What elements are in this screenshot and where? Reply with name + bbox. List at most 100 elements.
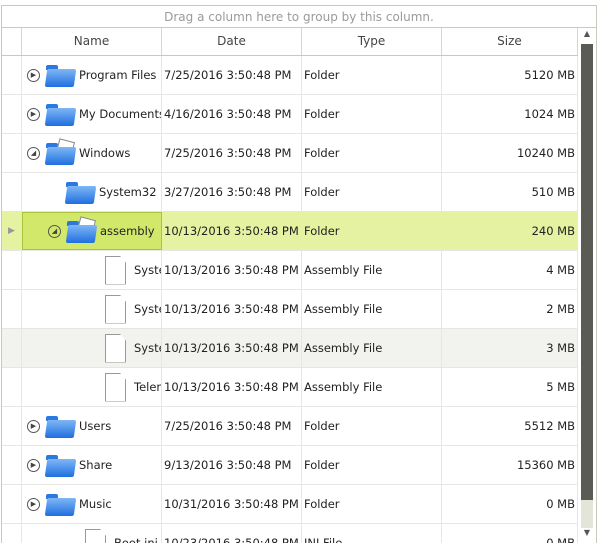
table-row[interactable]: ▶ Program Files 7/25/2016 3:50:48 PM Folder… [2,56,596,95]
row-indicator [2,173,22,211]
group-panel[interactable]: Drag a column here to group by this colu… [2,6,596,28]
collapse-toggle-icon[interactable]: ◢ [27,146,40,160]
expand-toggle-icon[interactable]: ▶ [27,497,40,511]
table-row[interactable]: Telerik...10/13/2016 3:50:48 PMAssembly … [2,368,596,407]
table-row[interactable]: Syste...10/13/2016 3:50:48 PMAssembly Fi… [2,251,596,290]
type-cell: INI File [302,524,442,543]
type-cell: Assembly File [302,251,442,289]
name-text: Windows [79,146,131,160]
name-text: Program Files [79,68,157,82]
scroll-up-icon[interactable]: ▲ [578,28,596,40]
size-cell: 240 MB [442,212,578,250]
name-text: Syste... [134,302,161,316]
date-cell: 9/13/2016 3:50:48 PM [162,446,302,484]
name-text: Telerik... [134,380,162,394]
column-header-size[interactable]: Size [442,28,578,55]
column-header-row: Name Date Type Size [2,28,596,56]
column-header-date[interactable]: Date [162,28,302,55]
table-row[interactable]: Syste...10/13/2016 3:50:48 PMAssembly Fi… [2,329,596,368]
table-row[interactable]: ▶ Music 10/31/2016 3:50:48 PM Folder 0 MB [2,485,596,524]
file-icon [105,333,126,363]
row-indicator [2,290,22,328]
row-indicator [2,485,22,523]
name-cell[interactable]: Syste... [22,290,162,328]
table-row[interactable]: Syste...10/13/2016 3:50:48 PMAssembly Fi… [2,290,596,329]
type-cell: Folder [302,95,442,133]
file-icon [105,372,126,402]
folder-icon [65,179,97,205]
table-row[interactable]: System32 3/27/2016 3:50:48 PM Folder 510 MB [2,173,596,212]
expand-toggle-icon[interactable]: ▶ [27,68,40,82]
rows: ▶ Program Files 7/25/2016 3:50:48 PM Folder… [2,56,596,543]
table-row[interactable]: ▶ My Documents 4/16/2016 3:50:48 PM Folder 1… [2,95,596,134]
row-indicator [2,134,22,172]
tree-list-view: Drag a column here to group by this colu… [1,5,597,543]
row-indicator [2,56,22,94]
name-cell[interactable]: ▶ Share [22,446,162,484]
scroll-track[interactable] [581,500,593,528]
table-row[interactable]: ▶ Share 9/13/2016 3:50:48 PM Folder 15360 MB [2,446,596,485]
name-cell[interactable]: Telerik... [22,368,162,406]
name-cell[interactable]: Boot.ini [22,524,162,543]
type-cell: Folder [302,407,442,445]
name-cell[interactable]: ▶ Music [22,485,162,523]
date-cell: 10/13/2016 3:50:48 PM [162,212,302,250]
name-text: Boot.ini [114,536,158,543]
date-cell: 7/25/2016 3:50:48 PM [162,56,302,94]
size-cell: 4 MB [442,251,578,289]
name-cell[interactable]: ▶ My Documents [22,95,162,133]
name-cell[interactable]: ◢ Windows [22,134,162,172]
expand-toggle-icon[interactable]: ▶ [27,458,40,472]
date-cell: 10/31/2016 3:50:48 PM [162,485,302,523]
vertical-scrollbar[interactable]: ▲ ▼ [578,28,596,543]
name-cell[interactable]: System32 [22,173,162,211]
folder-icon [45,413,77,439]
scroll-thumb[interactable] [581,44,593,500]
type-cell: Folder [302,173,442,211]
name-cell[interactable]: ◢ assembly [22,212,162,250]
size-cell: 10240 MB [442,134,578,172]
scroll-down-icon[interactable]: ▼ [578,527,596,539]
type-cell: Assembly File [302,290,442,328]
collapse-toggle-icon[interactable]: ◢ [48,224,61,238]
column-header-name[interactable]: Name [22,28,162,55]
file-icon [85,528,106,543]
name-text: Syste... [134,263,161,277]
expand-toggle-icon[interactable]: ▶ [27,419,40,433]
table-row[interactable]: ▶ ◢ assembly 10/13/2016 3:50:48 PM Folder 240… [2,212,596,251]
row-indicator [2,95,22,133]
date-cell: 7/25/2016 3:50:48 PM [162,134,302,172]
row-indicator [2,368,22,406]
name-cell[interactable]: ▶ Program Files [22,56,162,94]
type-cell: Assembly File [302,368,442,406]
table-row[interactable]: Boot.ini 10/23/2016 3:50:48 PM INI File 0 M… [2,524,596,543]
date-cell: 10/13/2016 3:50:48 PM [162,329,302,367]
name-cell[interactable]: Syste... [22,329,162,367]
type-cell: Folder [302,56,442,94]
row-indicator: ▶ [2,212,22,250]
type-cell: Assembly File [302,329,442,367]
name-text: My Documents [79,107,162,121]
row-indicator [2,407,22,445]
expand-toggle-icon[interactable]: ▶ [27,107,40,121]
size-cell: 3 MB [442,329,578,367]
type-cell: Folder [302,212,442,250]
file-icon [105,255,126,285]
row-indicator [2,329,22,367]
name-cell[interactable]: ▶ Users [22,407,162,445]
folder-icon [45,101,77,127]
name-text: Music [79,497,112,511]
type-cell: Folder [302,446,442,484]
size-cell: 5120 MB [442,56,578,94]
date-cell: 10/13/2016 3:50:48 PM [162,368,302,406]
name-cell[interactable]: Syste... [22,251,162,289]
size-cell: 0 MB [442,485,578,523]
row-indicator [2,251,22,289]
name-text: System32 [99,185,157,199]
table-row[interactable]: ▶ Users 7/25/2016 3:50:48 PM Folder 5512 MB [2,407,596,446]
column-header-type[interactable]: Type [302,28,442,55]
row-indicator [2,524,22,543]
name-text: Users [79,419,112,433]
folder-open-icon [45,138,77,166]
table-row[interactable]: ◢ Windows 7/25/2016 3:50:48 PM Folder 10240 … [2,134,596,173]
